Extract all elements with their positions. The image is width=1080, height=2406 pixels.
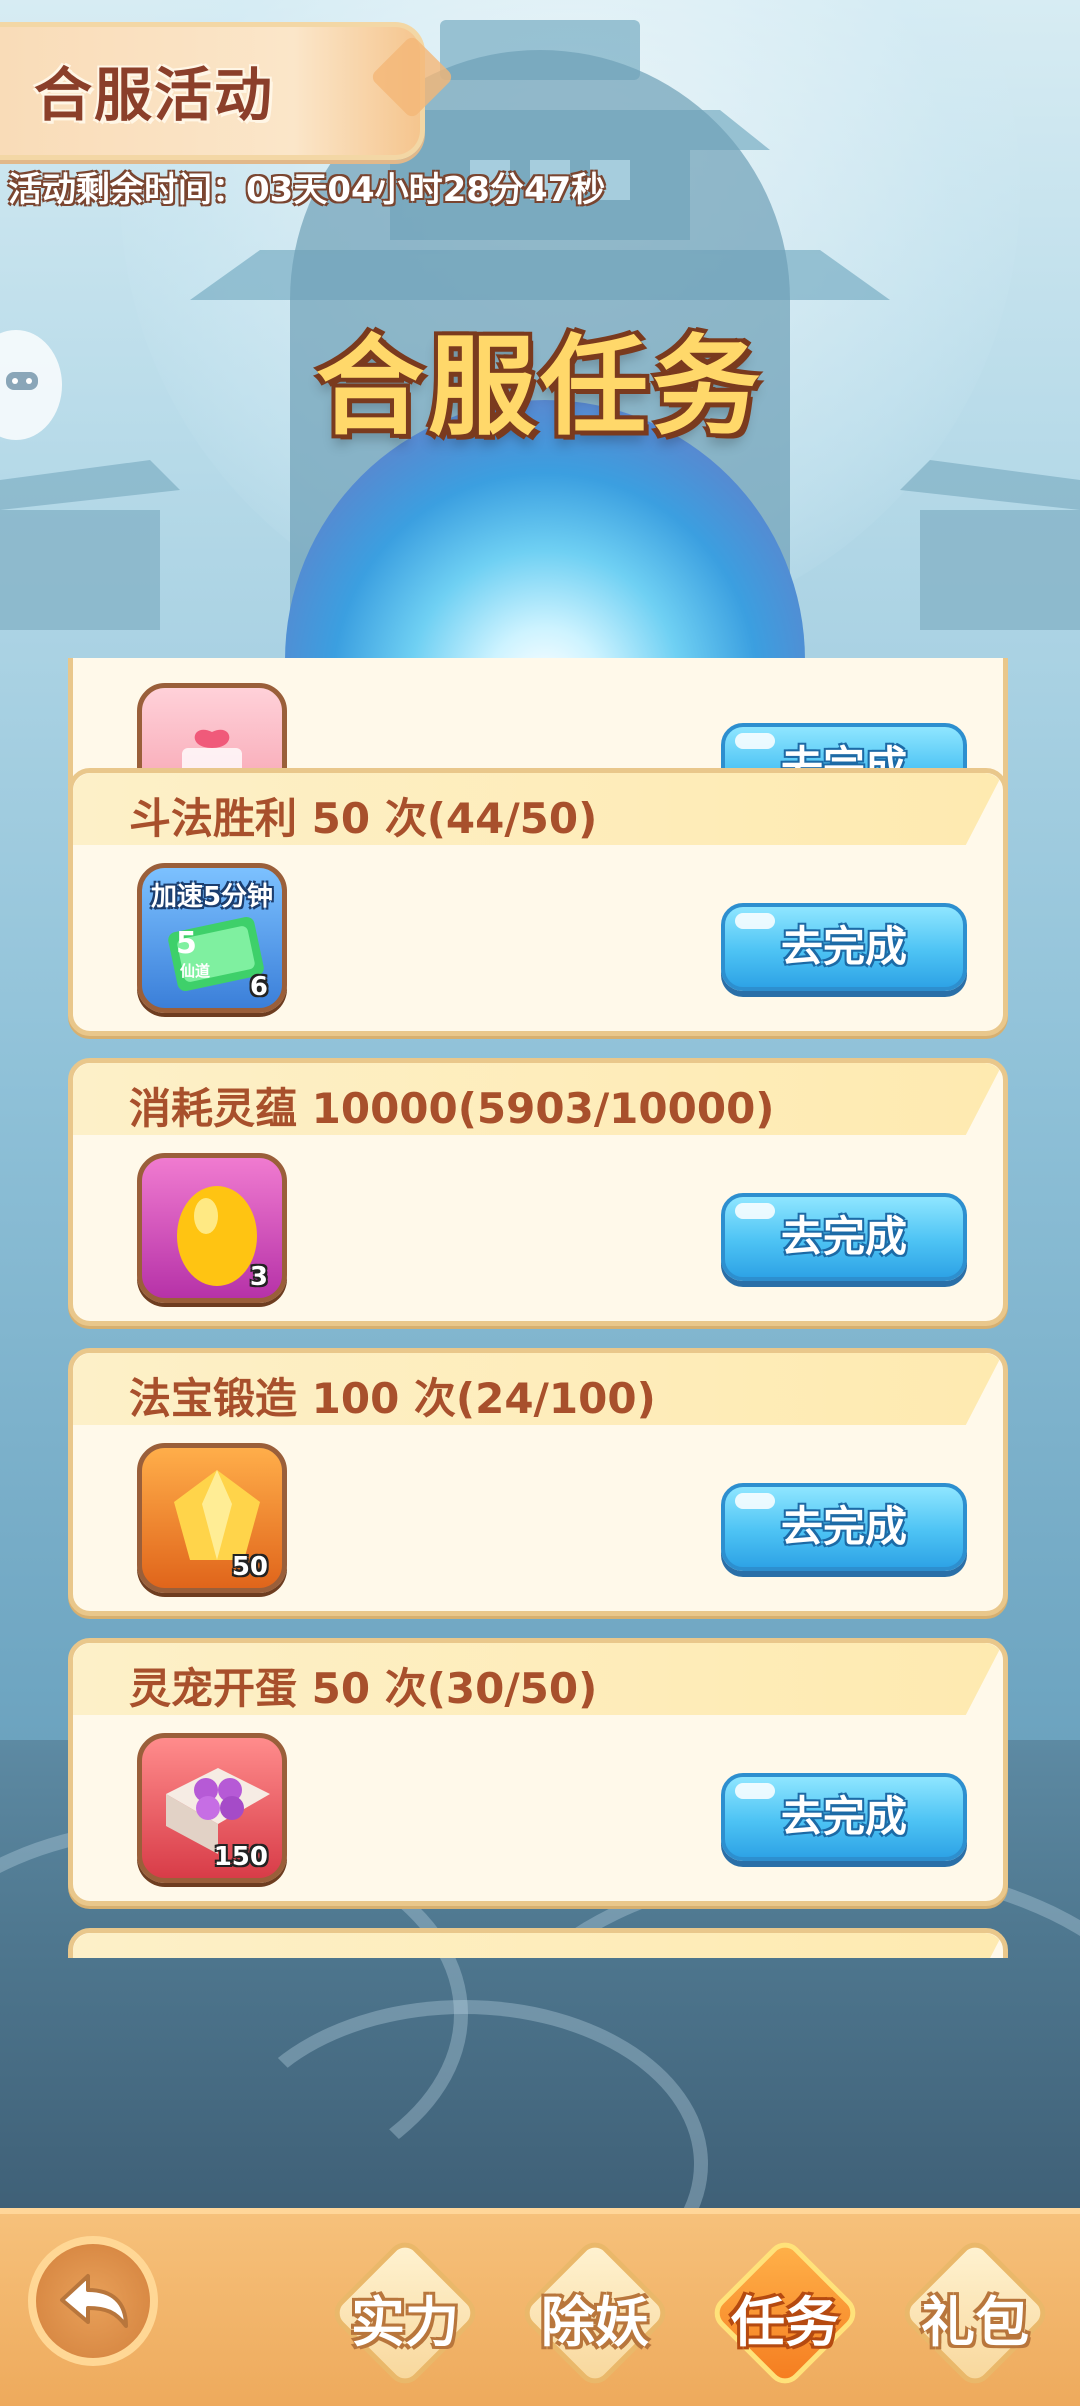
task-title: 灵宠开蛋 50 次(30/50) (129, 1664, 598, 1713)
item-count: 6 (249, 972, 268, 1002)
back-arrow-icon (60, 2274, 128, 2328)
section-heading: 合服任务 (315, 325, 764, 450)
event-countdown: 活动剩余时间：03天04小时28分47秒 (8, 170, 606, 210)
tab-label: 除妖 (541, 2291, 649, 2354)
event-title: 合服活动 (34, 61, 275, 129)
speedup-ticket-icon: 加速5分钟 5 仙道 6 (137, 863, 287, 1013)
go-complete-button[interactable]: 去完成 (721, 1773, 967, 1861)
item-tag: 加速5分钟 (150, 882, 274, 912)
item-count: 150 (213, 1842, 268, 1872)
task-card: 法宝锻造 100 次(24/100) 50 去完成 (68, 1348, 1008, 1616)
go-complete-button[interactable]: 去完成 (721, 903, 967, 991)
pet-eggs-box-icon: 150 (137, 1733, 287, 1883)
task-list[interactable]: 10 去完成 斗法胜利 50 次(44/50) 加速5分钟 5 仙道 6 去完成… (0, 658, 1080, 1958)
tab-strength[interactable]: 实力 (327, 2235, 483, 2391)
task-card (68, 1928, 1008, 1958)
ticket-note: 仙道 (180, 962, 211, 980)
tab-demon-slaying[interactable]: 除妖 (517, 2235, 673, 2391)
tab-label: 实力 (351, 2291, 459, 2354)
task-card: 斗法胜利 50 次(44/50) 加速5分钟 5 仙道 6 去完成 (68, 768, 1008, 1036)
task-card: 灵宠开蛋 50 次(30/50) 150 去完成 (68, 1638, 1008, 1906)
go-complete-button[interactable]: 去完成 (721, 1193, 967, 1281)
task-title: 斗法胜利 50 次(44/50) (129, 794, 598, 843)
task-title: 消耗灵蕴 10000(5903/10000) (129, 1084, 775, 1133)
crystal-icon: 50 (137, 1443, 287, 1593)
item-count: 3 (249, 1262, 268, 1292)
bottom-nav-bar: 实力 除妖 任务 礼包 (0, 2208, 1080, 2406)
task-title: 法宝锻造 100 次(24/100) (129, 1374, 656, 1423)
tab-tasks[interactable]: 任务 (707, 2235, 863, 2391)
task-card: 消耗灵蕴 10000(5903/10000) 3 去完成 (68, 1058, 1008, 1326)
item-count: 50 (231, 1552, 268, 1582)
back-button[interactable] (28, 2236, 158, 2366)
golden-egg-icon: 3 (137, 1153, 287, 1303)
tab-label: 任务 (731, 2291, 839, 2354)
tab-gift-pack[interactable]: 礼包 (897, 2235, 1053, 2391)
tab-label: 礼包 (921, 2291, 1029, 2354)
ticket-number: 5 (176, 926, 197, 961)
go-complete-button[interactable]: 去完成 (721, 1483, 967, 1571)
